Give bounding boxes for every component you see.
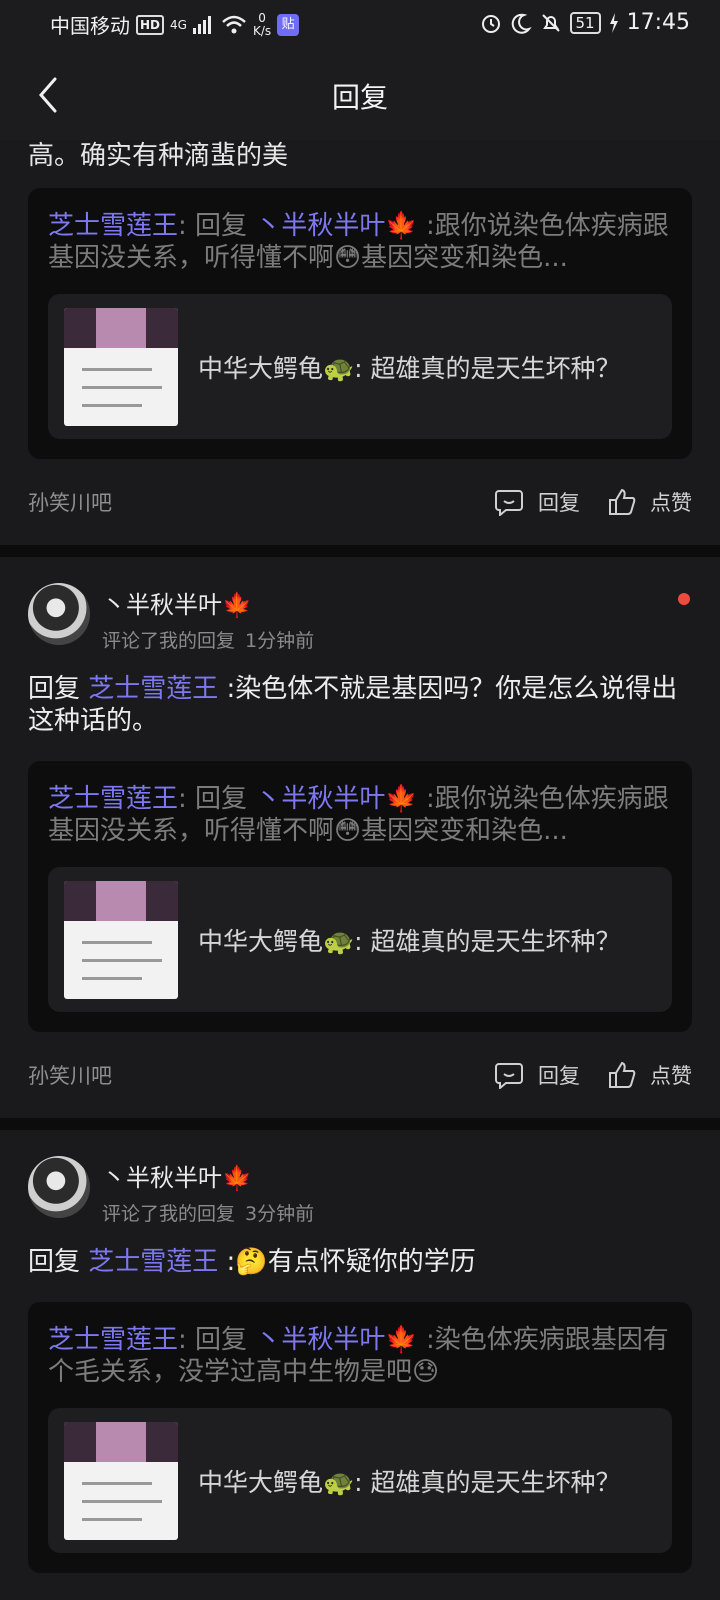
- mention-link: 芝士雪莲王: [88, 674, 219, 704]
- carrier-label: 中国移动: [50, 14, 130, 38]
- origin-post[interactable]: 中华大鳄龟🐢: 超雄真的是天生坏种？: [48, 1408, 672, 1553]
- hd-icon: HD: [136, 14, 165, 35]
- leaf-emoji: 🍁: [385, 784, 418, 814]
- turtle-emoji: 🐢: [323, 926, 355, 956]
- leaf-emoji: 🍁: [222, 1164, 252, 1192]
- moon-icon: [511, 13, 532, 34]
- card-footer: 孙笑川吧 回复 点赞: [28, 1032, 692, 1118]
- leaf-emoji: 🍁: [222, 591, 252, 619]
- avatar[interactable]: [28, 583, 90, 645]
- quoted-comment-text: 芝士雪莲王: 回复 丶半秋半叶🍁 :染色体疾病跟基因有个毛关系，没学过高中生物是…: [48, 1325, 669, 1387]
- forum-link[interactable]: 孙笑川吧: [28, 1060, 112, 1090]
- wifi-icon: [222, 15, 246, 33]
- origin-post[interactable]: 中华大鳄龟🐢: 超雄真的是天生坏种？: [48, 867, 672, 1012]
- leaf-emoji: 🍁: [385, 1325, 418, 1355]
- mention-link: 芝士雪莲王: [88, 1247, 219, 1277]
- title-bar: 回复: [0, 50, 720, 140]
- network-type-label: 4G: [170, 17, 187, 32]
- clock: 17:45: [626, 10, 690, 35]
- post-thumbnail: [64, 307, 178, 426]
- reply-body[interactable]: 回复 芝士雪莲王 :🤔有点怀疑你的学历: [28, 1246, 692, 1278]
- alarm-icon: [481, 14, 500, 33]
- thumbs-up-icon: [609, 488, 636, 515]
- reply-body[interactable]: 回复 芝士雪莲王 :染色体不就是基因吗？你是怎么说得出这种话的。: [28, 673, 692, 737]
- card-separator: [0, 1118, 720, 1130]
- like-button[interactable]: 点赞: [608, 487, 692, 517]
- reply-button[interactable]: 回复: [494, 487, 580, 517]
- quoted-comment[interactable]: 芝士雪莲王: 回复 丶半秋半叶🍁 :跟你说染色体疾病跟基因没关系，听得懂不啊😳基…: [28, 188, 692, 459]
- reply-bubble-icon: [495, 1063, 523, 1089]
- turtle-emoji: 🐢: [323, 1467, 355, 1497]
- avatar[interactable]: [28, 1156, 90, 1218]
- blush-emoji: 😳: [334, 243, 362, 273]
- forum-link[interactable]: 孙笑川吧: [28, 487, 112, 517]
- unread-dot: [678, 593, 690, 605]
- network-speed: 0 K/s: [252, 10, 272, 38]
- quoted-comment-text: 芝士雪莲王: 回复 丶半秋半叶🍁 :跟你说染色体疾病跟基因没关系，听得懂不啊😳基…: [48, 211, 669, 273]
- blush-emoji: 😳: [334, 816, 362, 846]
- reply-bubble-icon: [495, 490, 523, 516]
- like-button[interactable]: 点赞: [608, 1060, 692, 1090]
- bell-mute-icon: [541, 13, 560, 32]
- reply-card: 丶半秋半叶🍁 评论了我的回复 1分钟前 回复 芝士雪莲王 :染色体不就是基因吗？你…: [0, 557, 720, 1118]
- status-bar: 中国移动 HD 4G 0 K/s 贴 51 17:45: [0, 0, 720, 50]
- username[interactable]: 丶半秋半叶🍁: [102, 585, 324, 620]
- turtle-emoji: 🐢: [323, 353, 355, 383]
- battery-indicator: 51: [569, 11, 601, 34]
- origin-post-title: 中华大鳄龟🐢: 超雄真的是天生坏种？: [198, 353, 621, 383]
- signal-icon: [192, 15, 211, 34]
- quoted-comment[interactable]: 芝士雪莲王: 回复 丶半秋半叶🍁 :染色体疾病跟基因有个毛关系，没学过高中生物是…: [28, 1302, 692, 1573]
- username[interactable]: 丶半秋半叶🍁: [102, 1158, 324, 1193]
- reply-button[interactable]: 回复: [494, 1060, 580, 1090]
- leaf-emoji: 🍁: [385, 211, 418, 241]
- quoted-comment[interactable]: 芝士雪莲王: 回复 丶半秋半叶🍁 :跟你说染色体疾病跟基因没关系，听得懂不啊😳基…: [28, 761, 692, 1032]
- think-emoji: 🤔: [235, 1247, 268, 1277]
- quoted-comment-text: 芝士雪莲王: 回复 丶半秋半叶🍁 :跟你说染色体疾病跟基因没关系，听得懂不啊😳基…: [48, 784, 669, 846]
- origin-post[interactable]: 中华大鳄龟🐢: 超雄真的是天生坏种？: [48, 294, 672, 439]
- tieba-app-icon: 贴: [277, 13, 300, 36]
- page-title: 回复: [331, 81, 388, 114]
- post-thumbnail: [64, 1421, 178, 1540]
- reply-feed[interactable]: 高。确实有种滴蜚的美 芝士雪莲王: 回复 丶半秋半叶🍁 :跟你说染色体疾病跟基因…: [0, 140, 720, 1600]
- post-thumbnail: [64, 880, 178, 999]
- card-header: 丶半秋半叶🍁 评论了我的回复 1分钟前: [28, 557, 692, 653]
- reply-text-partial: 高。确实有种滴蜚的美: [28, 141, 289, 171]
- reply-card: 高。确实有种滴蜚的美 芝士雪莲王: 回复 丶半秋半叶🍁 :跟你说染色体疾病跟基因…: [0, 140, 720, 545]
- charging-icon: [609, 12, 618, 33]
- reply-meta: 评论了我的回复 3分钟前: [102, 1203, 315, 1225]
- origin-post-title: 中华大鳄龟🐢: 超雄真的是天生坏种？: [198, 926, 621, 956]
- card-separator: [0, 545, 720, 557]
- reply-card: 丶半秋半叶🍁 评论了我的回复 3分钟前 回复 芝士雪莲王 :🤔有点怀疑你的学历 芝…: [0, 1130, 720, 1573]
- thumbs-up-icon: [609, 1061, 636, 1088]
- reply-meta: 评论了我的回复 1分钟前: [102, 630, 315, 652]
- sweat-emoji: 😓: [412, 1357, 440, 1387]
- origin-post-title: 中华大鳄龟🐢: 超雄真的是天生坏种？: [198, 1467, 621, 1497]
- card-footer: 孙笑川吧 回复 点赞: [28, 459, 692, 545]
- card-header: 丶半秋半叶🍁 评论了我的回复 3分钟前: [28, 1130, 692, 1226]
